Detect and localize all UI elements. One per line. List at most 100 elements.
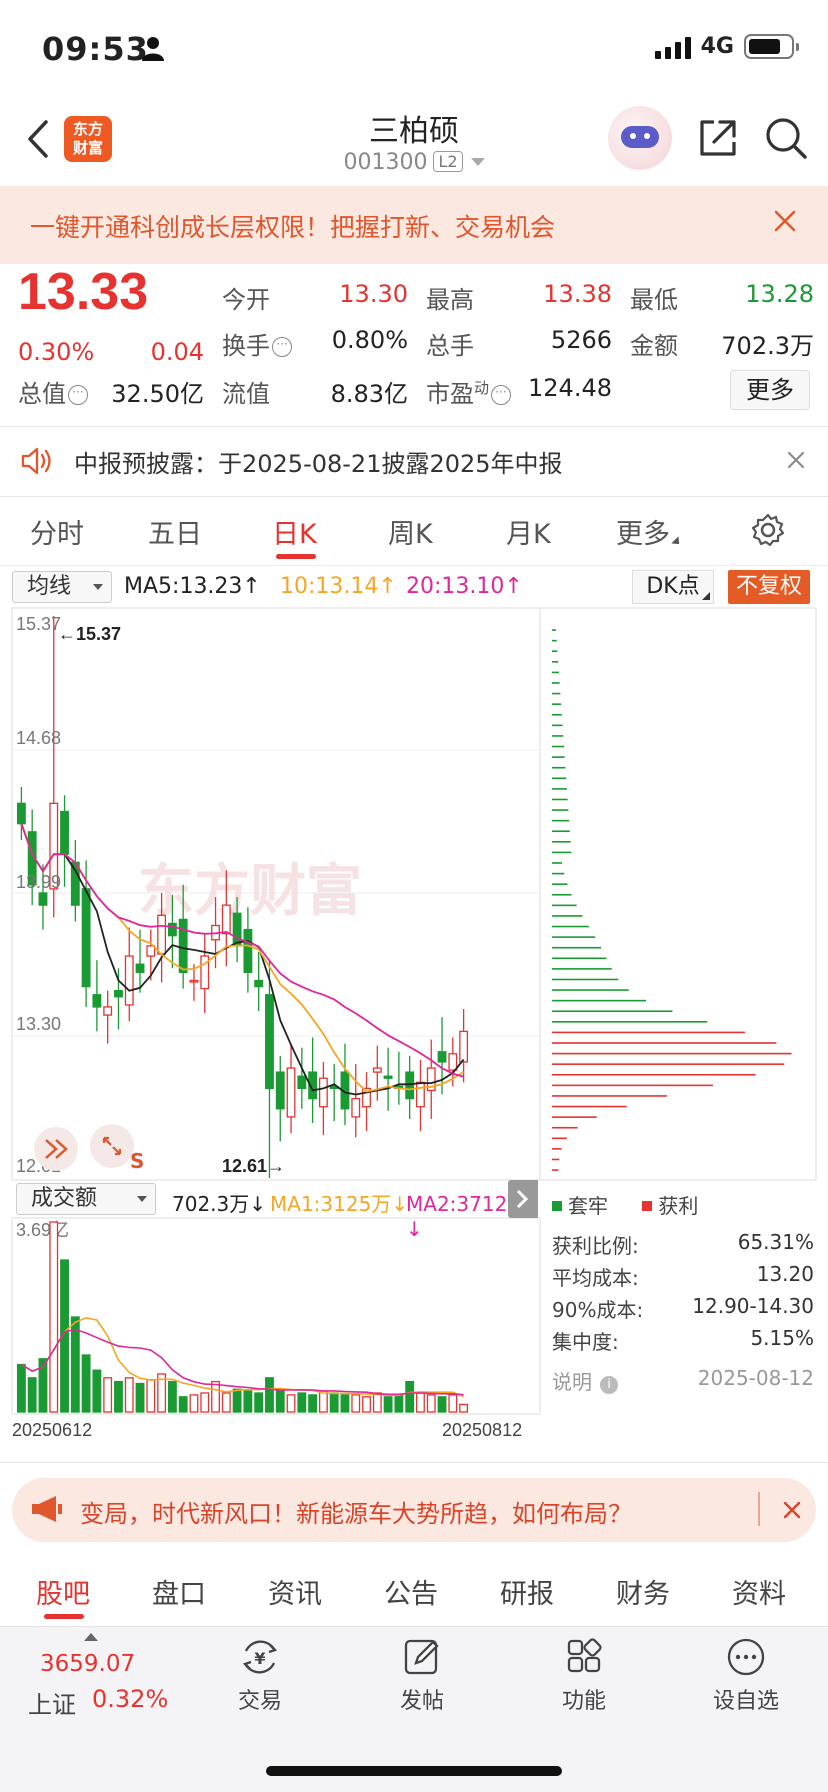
tab-profile[interactable]: 资料 bbox=[732, 1572, 786, 1611]
volume-max-label: 3.69亿 bbox=[16, 1220, 69, 1240]
settings-gear-icon[interactable] bbox=[750, 512, 786, 548]
ad-banner[interactable]: 变局，时代新风口！新能源车大势所趋，如何布局？ bbox=[12, 1478, 816, 1542]
tab-news[interactable]: 资讯 bbox=[268, 1572, 322, 1611]
volume-bar bbox=[124, 1377, 134, 1413]
candle-body bbox=[243, 928, 253, 973]
chip-bar bbox=[552, 999, 646, 1002]
tab-more[interactable]: 更多 bbox=[616, 512, 683, 551]
volume-bar bbox=[351, 1394, 361, 1413]
active-tab-indicator bbox=[276, 554, 316, 559]
chip-bar bbox=[552, 703, 562, 705]
index-percent: 0.32% bbox=[92, 1685, 169, 1713]
period-tabs: 分时 五日 日K 周K 月K 更多 bbox=[0, 498, 828, 566]
concentration-label: 集中度: bbox=[552, 1330, 619, 1354]
close-icon[interactable] bbox=[772, 208, 798, 234]
volume-bar bbox=[362, 1396, 371, 1413]
s-badge: S bbox=[130, 1149, 144, 1173]
volume-bar bbox=[211, 1380, 220, 1413]
home-indicator bbox=[266, 1766, 562, 1776]
network-label: 4G bbox=[700, 34, 734, 59]
volume-bar bbox=[275, 1390, 285, 1413]
candle-body bbox=[114, 990, 123, 998]
chip-bar bbox=[552, 925, 589, 928]
search-icon[interactable] bbox=[764, 116, 808, 160]
tab-finance[interactable]: 财务 bbox=[616, 1572, 670, 1611]
volume-bar bbox=[459, 1403, 469, 1413]
chip-bar bbox=[552, 1073, 756, 1076]
chip-bar bbox=[552, 1052, 792, 1055]
pe-label: 市盈动 ··· bbox=[426, 374, 512, 409]
trade-label: 交易 bbox=[237, 1689, 282, 1714]
volume-bar bbox=[416, 1392, 425, 1413]
turnover-value: 0.80% bbox=[331, 326, 408, 354]
indicator-selector[interactable]: 均线 bbox=[12, 571, 112, 603]
candle-body bbox=[38, 892, 48, 906]
profit-label: 获利 bbox=[658, 1194, 699, 1218]
chip-bar bbox=[552, 819, 570, 822]
volume-bar bbox=[27, 1377, 37, 1413]
functions-button[interactable]: 功能 bbox=[524, 1637, 644, 1715]
expand-s-button[interactable]: S bbox=[90, 1124, 144, 1173]
volume-bar bbox=[189, 1394, 199, 1413]
close-icon[interactable] bbox=[782, 1500, 802, 1520]
fast-forward-button[interactable] bbox=[34, 1127, 78, 1171]
trapped-swatch bbox=[552, 1201, 562, 1211]
tab-guba[interactable]: 股吧 bbox=[36, 1572, 90, 1611]
tab-intraday[interactable]: 分时 bbox=[30, 512, 84, 551]
info-dots-icon[interactable]: ··· bbox=[272, 337, 292, 357]
tab-daily-k[interactable]: 日K bbox=[272, 512, 317, 551]
add-watchlist-button[interactable]: 设自选 bbox=[686, 1637, 806, 1715]
info-dots-icon[interactable]: ··· bbox=[68, 385, 88, 405]
amount-value: 702.3万 bbox=[721, 332, 814, 360]
chip-bar bbox=[552, 1031, 745, 1034]
open-label: 今开 bbox=[222, 286, 270, 314]
notice-bar[interactable]: 中报预披露：于2025-08-21披露2025年中报 bbox=[0, 426, 828, 496]
trade-button[interactable]: ¥ 交易 bbox=[200, 1637, 320, 1715]
promo-banner[interactable]: 一键开通科创成长层权限！把握打新、交易机会 bbox=[0, 186, 828, 264]
post-button[interactable]: 发帖 bbox=[362, 1637, 482, 1715]
active-tab-indicator bbox=[44, 1614, 84, 1619]
tab-monthly-k[interactable]: 月K bbox=[506, 512, 551, 551]
tab-weekly-k[interactable]: 周K bbox=[388, 512, 433, 551]
tab-research[interactable]: 研报 bbox=[500, 1572, 554, 1611]
volume-row: 成交额 702.3万↓ MA1:3125万↓ MA2:3712万↓ bbox=[0, 1180, 540, 1241]
chip-note-link[interactable]: 说明 i bbox=[552, 1366, 618, 1395]
volume-bar bbox=[92, 1369, 102, 1413]
chip-distribution bbox=[552, 629, 792, 1171]
amount-label: 金额 bbox=[630, 332, 678, 360]
volume-bar bbox=[178, 1396, 188, 1413]
y-label-max: 15.37 bbox=[16, 614, 61, 634]
chip-bar bbox=[552, 1010, 673, 1013]
candle-body bbox=[92, 994, 102, 1008]
up-arrow-icon bbox=[84, 1633, 98, 1641]
volume-indicator-selector[interactable]: 成交额 bbox=[16, 1183, 156, 1215]
index-name: 上证 bbox=[28, 1691, 76, 1719]
chip-bar bbox=[552, 639, 557, 642]
info-dots-icon[interactable]: ··· bbox=[491, 385, 512, 405]
chip-bar bbox=[552, 1169, 559, 1171]
trade-icon: ¥ bbox=[242, 1640, 278, 1674]
y-label: 14.68 bbox=[16, 728, 61, 748]
mktcap-label: 总值 ··· bbox=[18, 374, 88, 409]
tab-five-day[interactable]: 五日 bbox=[148, 512, 202, 551]
profit-ratio-label: 获利比例: bbox=[552, 1234, 639, 1258]
chip-bar bbox=[552, 745, 565, 748]
tab-pankou[interactable]: 盘口 bbox=[152, 1572, 206, 1611]
close-icon[interactable] bbox=[786, 450, 806, 470]
ai-assistant-icon[interactable] bbox=[608, 106, 672, 170]
low-label: 最低 bbox=[630, 286, 678, 314]
chip-legend: 套牢 获利 bbox=[552, 1190, 698, 1219]
chip-bar bbox=[552, 968, 612, 970]
next-indicator-button[interactable] bbox=[508, 1180, 538, 1218]
volume-bar bbox=[437, 1396, 447, 1413]
level-badge: L2 bbox=[433, 151, 463, 172]
more-button[interactable]: 更多 bbox=[730, 370, 810, 410]
share-icon[interactable] bbox=[696, 116, 740, 160]
dk-point-button[interactable]: DK点 bbox=[632, 570, 714, 604]
float-value: 8.83亿 bbox=[330, 380, 408, 408]
no-adjust-button[interactable]: 不复权 bbox=[728, 570, 810, 604]
candle-body bbox=[254, 979, 264, 988]
chip-panel-frame bbox=[539, 607, 817, 1181]
chip-bar bbox=[552, 830, 570, 833]
tab-announcements[interactable]: 公告 bbox=[384, 1572, 438, 1611]
